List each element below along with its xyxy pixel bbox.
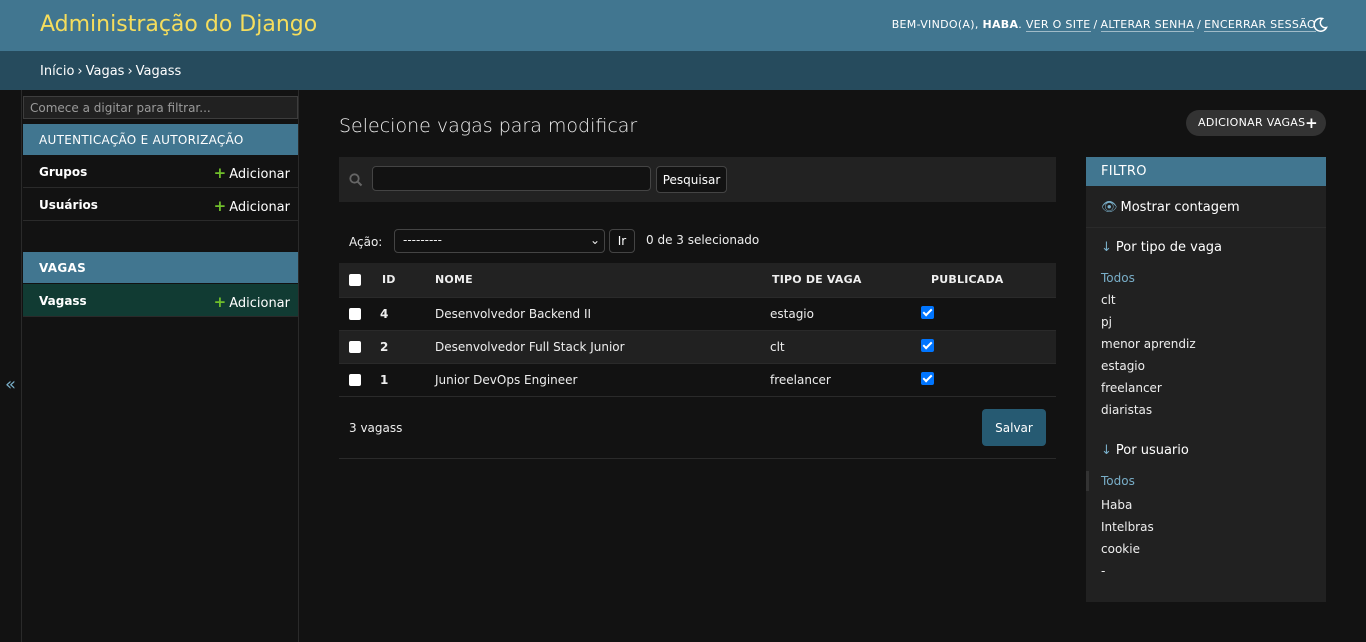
breadcrumb-home[interactable]: Início — [40, 64, 74, 79]
plus-icon: + — [1305, 114, 1318, 132]
select-all-cell — [339, 263, 372, 298]
filter-option[interactable]: menor aprendiz — [1101, 337, 1196, 351]
theme-toggle-moon-icon[interactable] — [1312, 17, 1328, 33]
column-header-publicada[interactable]: PUBLICADA — [921, 263, 1056, 298]
action-label: Ação: — [349, 235, 383, 249]
search-toolbar: Pesquisar — [339, 157, 1056, 202]
filter-option[interactable]: diaristas — [1101, 403, 1152, 417]
filter-option[interactable]: Todos — [1101, 271, 1135, 285]
result-table: ID NOME TIPO DE VAGA PUBLICADA 4 Desenvo… — [339, 263, 1056, 397]
toggle-nav-sidebar[interactable]: « — [0, 90, 22, 642]
search-input[interactable] — [372, 166, 651, 191]
sidebar-item-grupos: Grupos + Adicionar — [23, 155, 298, 188]
cell-nome: Desenvolvedor Backend II — [425, 297, 762, 331]
search-icon — [349, 172, 363, 187]
add-vagas-button[interactable]: ADICIONAR VAGAS + — [1186, 110, 1326, 136]
cell-nome: Desenvolvedor Full Stack Junior — [425, 330, 762, 364]
row-checkbox[interactable] — [349, 308, 361, 320]
search-button[interactable]: Pesquisar — [656, 166, 727, 193]
username: HABA — [982, 18, 1019, 31]
table-row: 2 Desenvolvedor Full Stack Junior clt — [339, 330, 1056, 364]
user-tools: BEM-VINDO(A), HABA. VER O SITE / ALTERAR S… — [891, 18, 1316, 32]
paginator-count: 3 vagass — [349, 421, 403, 435]
welcome-text: BEM-VINDO(A), — [891, 18, 979, 31]
filter-option[interactable]: - — [1101, 564, 1105, 578]
paginator-row: 3 vagass Salvar — [339, 396, 1056, 459]
table-row: 1 Junior DevOps Engineer freelancer — [339, 363, 1056, 397]
filter-title: FILTRO — [1086, 157, 1326, 186]
filter-option[interactable]: pj — [1101, 315, 1112, 329]
action-go-button[interactable]: Ir — [609, 229, 635, 253]
model-link-usuarios[interactable]: Usuários — [39, 198, 98, 212]
app-caption-auth[interactable]: AUTENTICAÇÃO E AUTORIZAÇÃO — [23, 124, 298, 155]
show-counts-link[interactable]: 👁 Mostrar contagem — [1086, 186, 1326, 228]
site-branding[interactable]: Administração do Django — [40, 12, 317, 37]
selected-marker — [1086, 471, 1089, 491]
table-row: 4 Desenvolvedor Backend II estagio — [339, 297, 1056, 331]
add-usuarios-link[interactable]: + Adicionar — [214, 197, 290, 215]
chevron-down-icon: ⌄ — [589, 233, 600, 247]
plus-icon: + — [213, 293, 227, 311]
page-title: Selecione vagas para modificar — [339, 115, 638, 137]
plus-icon: + — [213, 197, 227, 215]
model-link-vagass[interactable]: Vagass — [39, 294, 87, 308]
add-grupos-link[interactable]: + Adicionar — [214, 164, 290, 182]
breadcrumb-app[interactable]: Vagas — [86, 64, 125, 79]
publicada-checked-icon — [921, 305, 934, 319]
filter-option[interactable]: clt — [1101, 293, 1116, 307]
action-select[interactable]: --------- ⌄ — [394, 229, 605, 253]
cell-tipo: estagio — [762, 297, 921, 331]
sidebar-item-vagass: Vagass + Adicionar — [23, 284, 298, 317]
row-checkbox[interactable] — [349, 341, 361, 353]
publicada-checked-icon — [921, 338, 934, 352]
save-button[interactable]: Salvar — [982, 409, 1046, 446]
logout-link[interactable]: ENCERRAR SESSÃO — [1204, 18, 1316, 32]
eye-icon: 👁 — [1101, 200, 1118, 215]
cell-nome: Junior DevOps Engineer — [425, 363, 762, 397]
column-header-id[interactable]: ID — [372, 263, 425, 298]
add-vagass-link[interactable]: + Adicionar — [214, 293, 290, 311]
breadcrumb: Início › Vagas › Vagass — [0, 51, 1366, 90]
nav-filter-input[interactable] — [23, 96, 298, 119]
action-counter: 0 de 3 selecionado — [646, 233, 760, 247]
filter-option[interactable]: estagio — [1101, 359, 1145, 373]
app-caption-vagas[interactable]: VAGAS — [23, 252, 298, 283]
arrow-down-icon: ↓ — [1101, 240, 1112, 255]
actions-bar: Ação: --------- ⌄ Ir 0 de 3 selecionado — [339, 228, 1056, 258]
changelist-filter: FILTRO 👁 Mostrar contagem ↓ Por tipo de va… — [1086, 157, 1326, 602]
filter-group-usuario-title: ↓ Por usuario — [1101, 443, 1189, 458]
column-header-nome[interactable]: NOME — [425, 263, 762, 298]
header: Administração do Django BEM-VINDO(A), HA… — [0, 0, 1366, 51]
row-checkbox[interactable] — [349, 374, 361, 386]
sidebar-item-usuarios: Usuários + Adicionar — [23, 188, 298, 221]
column-header-tipo[interactable]: TIPO DE VAGA — [762, 263, 921, 298]
select-all-checkbox[interactable] — [349, 274, 361, 287]
table-header-row: ID NOME TIPO DE VAGA PUBLICADA — [339, 263, 1056, 298]
breadcrumb-current: Vagass — [135, 64, 182, 79]
publicada-checked-icon — [921, 371, 934, 385]
plus-icon: + — [213, 164, 227, 182]
model-link-grupos[interactable]: Grupos — [39, 165, 87, 179]
filter-option[interactable]: Todos — [1101, 474, 1135, 488]
arrow-down-icon: ↓ — [1101, 443, 1112, 458]
filter-option[interactable]: Haba — [1101, 498, 1132, 512]
collapse-sidebar-icon[interactable]: « — [5, 374, 16, 395]
cell-tipo: freelancer — [762, 363, 921, 397]
filter-option[interactable]: cookie — [1101, 542, 1140, 556]
cell-id[interactable]: 2 — [372, 330, 425, 364]
filter-group-tipo-title: ↓ Por tipo de vaga — [1101, 240, 1223, 255]
filter-option[interactable]: freelancer — [1101, 381, 1162, 395]
view-site-link[interactable]: VER O SITE — [1025, 18, 1091, 32]
filter-option[interactable]: Intelbras — [1101, 520, 1154, 534]
nav-sidebar: AUTENTICAÇÃO E AUTORIZAÇÃO Grupos +Adici… — [23, 90, 299, 642]
change-password-link[interactable]: ALTERAR SENHA — [1100, 18, 1195, 32]
cell-id[interactable]: 4 — [372, 297, 425, 331]
cell-id[interactable]: 1 — [372, 363, 425, 397]
cell-tipo: clt — [762, 330, 921, 364]
